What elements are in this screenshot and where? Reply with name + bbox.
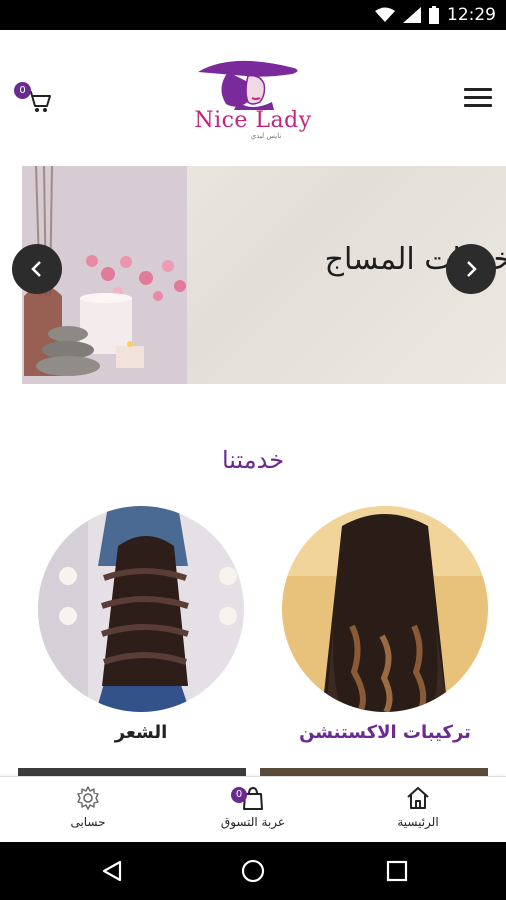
service-image-extensions [282, 506, 488, 712]
slider-next-button[interactable] [446, 244, 496, 294]
service-label-extensions: تركيبات الاكستنشن [299, 722, 471, 743]
menu-icon[interactable] [464, 88, 492, 110]
logo-lady-icon [198, 60, 298, 110]
slider-prev-button[interactable] [12, 244, 62, 294]
chevron-left-icon [31, 261, 41, 277]
service-card-extensions[interactable]: تركيبات الاكستنشن [282, 506, 488, 743]
nav-item-account[interactable]: حسابى [28, 785, 148, 829]
system-navigation-bar [0, 842, 506, 900]
logo[interactable]: Nice Lady نايس ليدي [176, 58, 330, 140]
app-header: 0 Nice Lady نايس ليدي [0, 30, 506, 160]
next-row-card-preview [260, 768, 488, 776]
next-row-card-preview [18, 768, 246, 776]
service-image-hair [38, 506, 244, 712]
recents-icon[interactable] [385, 859, 409, 883]
status-icons: 12:29 [375, 4, 496, 26]
nav-label-cart: عربة التسوق [220, 815, 286, 829]
chevron-right-icon [467, 261, 477, 277]
nav-item-home[interactable]: الرئيسية [358, 785, 478, 829]
bottom-navigation: الرئيسية 0 عربة التسوق حسابى [0, 776, 506, 842]
gear-icon [77, 786, 99, 810]
nav-label-home: الرئيسية [397, 815, 439, 829]
home-icon [407, 787, 429, 809]
service-label-hair: الشعر [114, 722, 168, 743]
banner-slide[interactable]: خدمات المساج [22, 166, 506, 384]
service-card-hair[interactable]: الشعر [38, 506, 244, 743]
nav-item-cart[interactable]: 0 عربة التسوق [193, 785, 313, 829]
app-screen: 12:29 0 Nice Lady نايس ليدي خدمات المساج… [0, 0, 506, 900]
nav-cart-badge: 0 [231, 787, 247, 803]
cart-count-badge: 0 [14, 82, 31, 99]
signal-icon [403, 7, 421, 23]
header-cart-button[interactable]: 0 [12, 80, 54, 114]
home-circle-icon[interactable] [241, 859, 265, 883]
status-bar: 12:29 [0, 0, 506, 30]
logo-text: Nice Lady [194, 108, 312, 133]
services-title: خدمتنا [221, 446, 285, 474]
nav-label-account: حسابى [70, 815, 106, 829]
battery-icon [429, 6, 439, 24]
status-time: 12:29 [447, 5, 496, 25]
back-icon[interactable] [100, 859, 124, 883]
logo-subtitle: نايس ليدي [250, 132, 282, 140]
wifi-icon [375, 7, 395, 22]
